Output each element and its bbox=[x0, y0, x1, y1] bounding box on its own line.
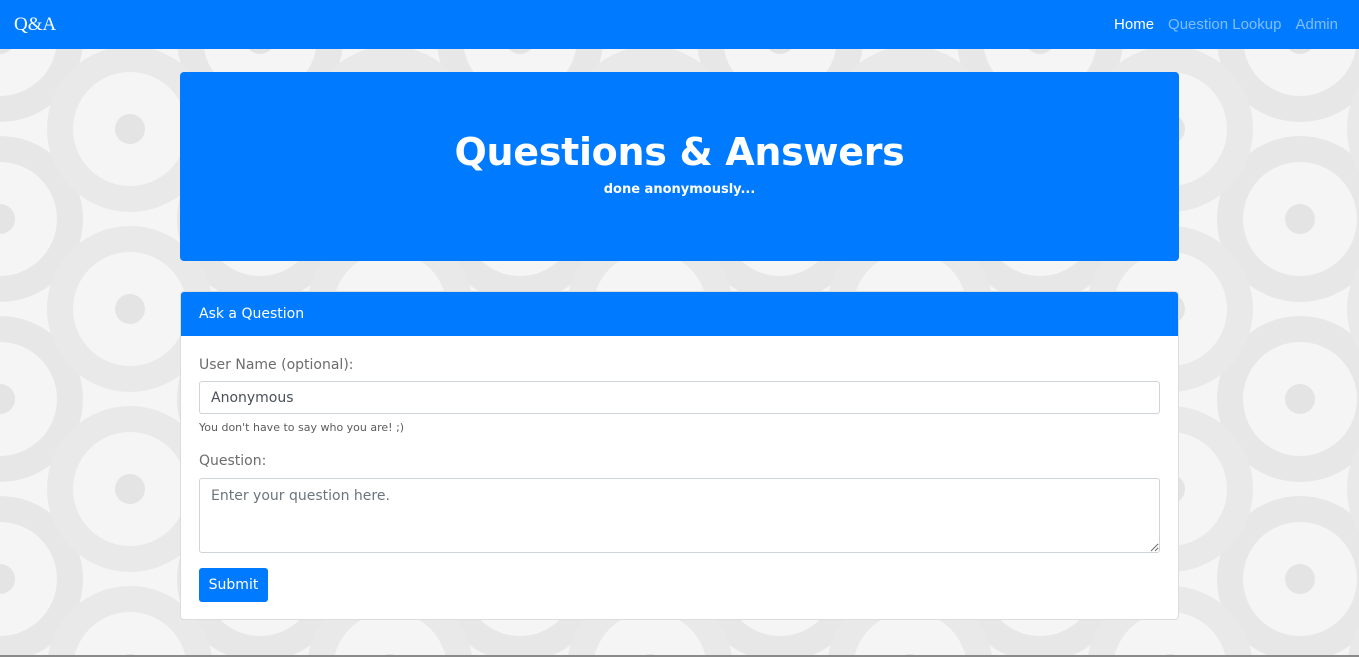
username-help-text: You don't have to say who you are! ;) bbox=[199, 421, 405, 434]
page-subtitle: done anonymously... bbox=[603, 182, 756, 197]
brand-logo[interactable]: Q&A bbox=[14, 14, 56, 36]
question-label: Question: bbox=[199, 453, 267, 469]
page-title: Questions & Answers bbox=[454, 130, 905, 174]
nav-links: Home Question Lookup Admin bbox=[1114, 16, 1338, 33]
ask-question-card: Ask a Question User Name (optional): You… bbox=[180, 291, 1179, 620]
top-navbar: Q&A Home Question Lookup Admin bbox=[0, 0, 1359, 49]
username-input[interactable] bbox=[199, 381, 1160, 414]
hero-banner: Questions & Answers done anonymously... bbox=[180, 72, 1179, 261]
nav-link-question-lookup[interactable]: Question Lookup bbox=[1168, 16, 1281, 33]
submit-button[interactable]: Submit bbox=[199, 568, 268, 602]
card-header: Ask a Question bbox=[181, 292, 1178, 336]
question-textarea[interactable] bbox=[199, 478, 1160, 553]
nav-link-home[interactable]: Home bbox=[1114, 16, 1154, 33]
nav-link-admin[interactable]: Admin bbox=[1295, 16, 1338, 33]
username-label: User Name (optional): bbox=[199, 357, 354, 373]
